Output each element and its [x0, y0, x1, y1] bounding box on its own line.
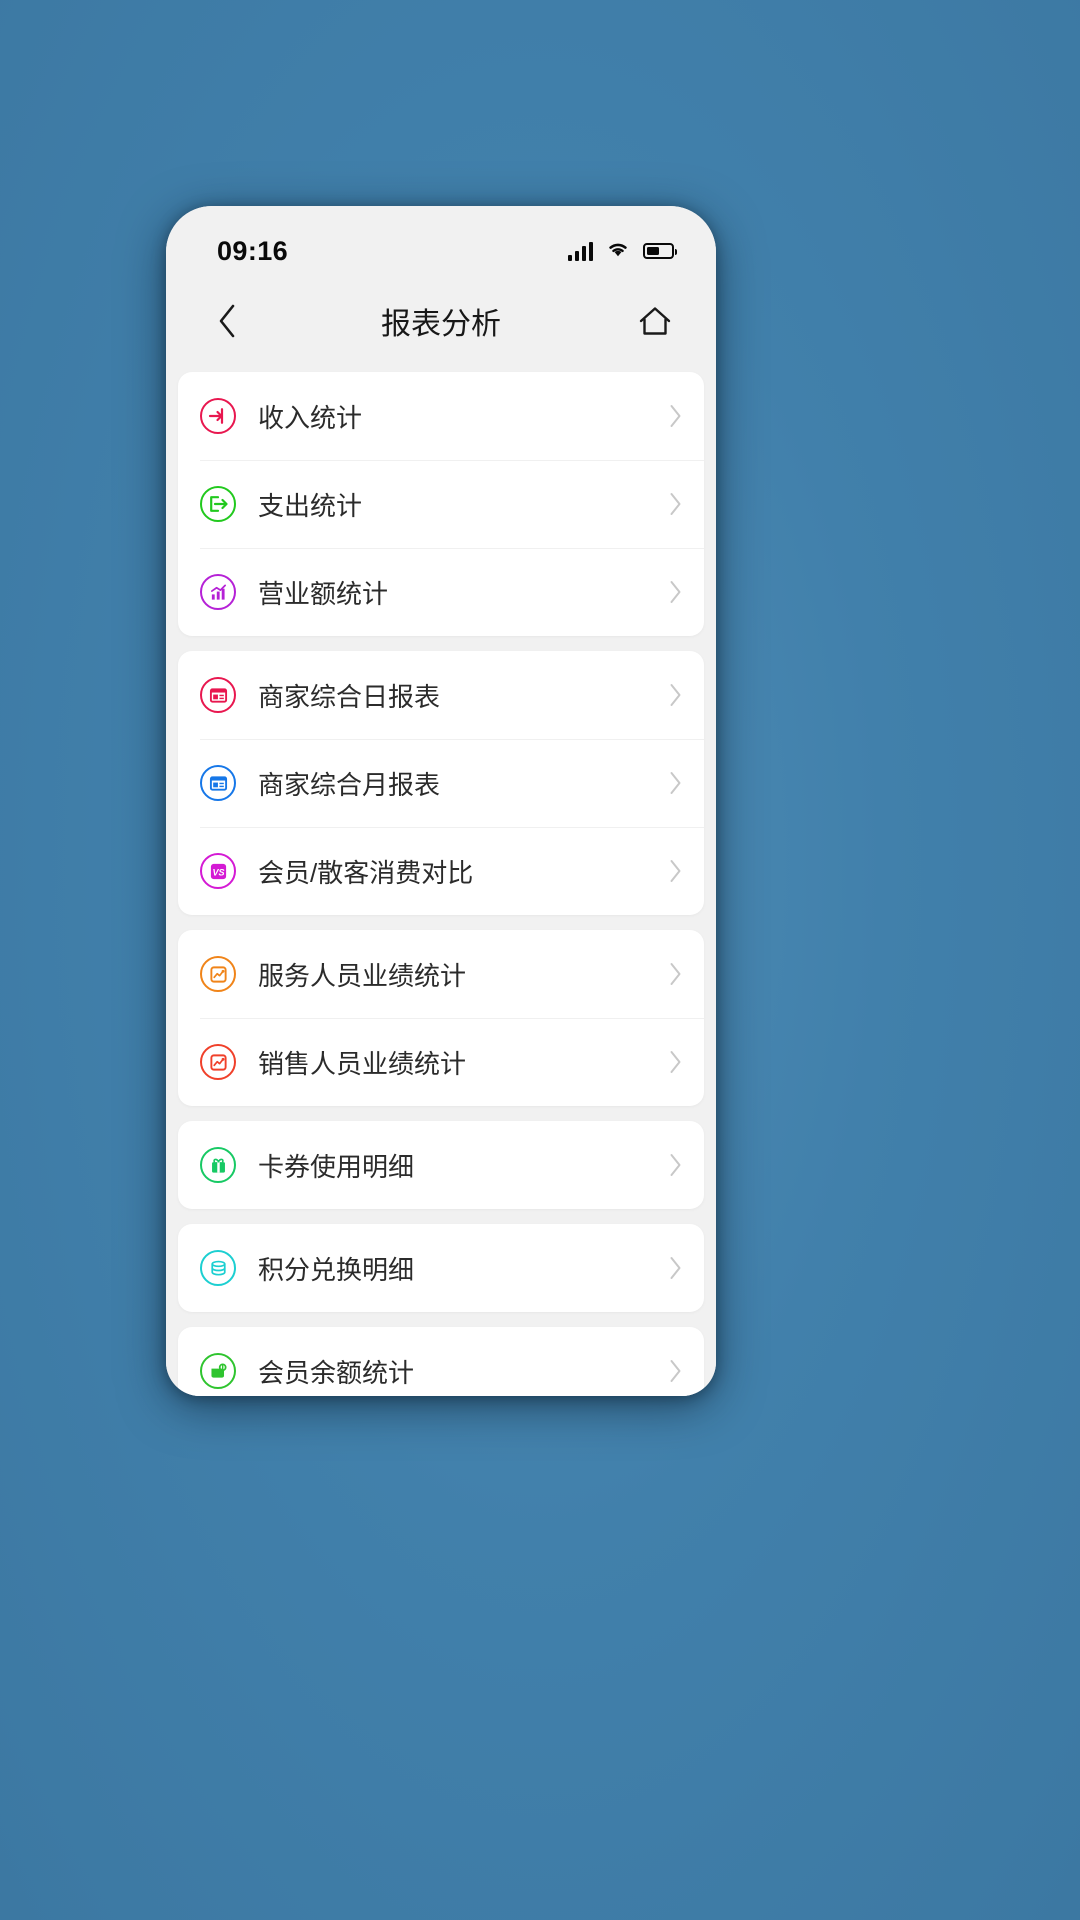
chevron-right-icon [669, 1050, 686, 1074]
chevron-right-icon [669, 859, 686, 883]
svg-text:VS: VS [212, 867, 224, 877]
coins-stack-icon [200, 1250, 236, 1286]
list-item[interactable]: 营业额统计 [178, 548, 704, 636]
list-item-label: 营业额统计 [258, 578, 389, 609]
report-card-icon [200, 677, 236, 713]
staff-performance-group: 服务人员业绩统计 销售人员业绩统计 [178, 930, 704, 1106]
merchant-report-group: 商家综合日报表 商家综合月报表 VS 会员/散客消费对比 [178, 651, 704, 915]
arrow-into-box-icon [200, 398, 236, 434]
list-item[interactable]: 销售人员业绩统计 [178, 1018, 704, 1106]
member-balance-group: 会员余额统计会员余次统计会员积分统计 [178, 1327, 704, 1396]
signal-bars-icon [567, 241, 593, 261]
list-item-label: 会员/散客消费对比 [258, 857, 474, 888]
wallet-money-icon [200, 1353, 236, 1389]
list-item[interactable]: VS 会员/散客消费对比 [178, 827, 704, 915]
report-card-icon [200, 765, 236, 801]
list-item[interactable]: 积分兑换明细 [178, 1224, 704, 1312]
performance-chart-icon [200, 956, 236, 992]
battery-icon [643, 243, 677, 259]
list-item-label: 服务人员业绩统计 [258, 960, 467, 991]
list-item-label: 支出统计 [258, 490, 363, 521]
bar-chart-up-icon [200, 574, 236, 610]
list-item-label: 卡券使用明细 [258, 1151, 415, 1182]
report-list[interactable]: 收入统计 支出统计 营业额统计 商家综合日报表 商家综合月报表 VS 会员/散客消费对比 服务… [166, 360, 716, 1396]
chevron-right-icon [669, 1359, 686, 1383]
list-item-label: 积分兑换明细 [258, 1254, 415, 1285]
coupon-group: 卡券使用明细 [178, 1121, 704, 1209]
list-item[interactable]: 卡券使用明细 [178, 1121, 704, 1209]
phone-frame: 09:16 报表分析 收入统计 支出统计 营业额统计 商家综合日报表 商家综合月… [166, 206, 716, 1396]
chevron-right-icon [669, 962, 686, 986]
chevron-right-icon [669, 771, 686, 795]
points-exchange-group: 积分兑换明细 [178, 1224, 704, 1312]
list-item[interactable]: 商家综合日报表 [178, 651, 704, 739]
vs-compare-icon: VS [200, 853, 236, 889]
chevron-right-icon [669, 404, 686, 428]
status-bar: 09:16 [166, 206, 716, 282]
nav-bar: 报表分析 [166, 282, 716, 360]
status-bar-clock: 09:16 [217, 235, 289, 266]
gift-card-icon [200, 1147, 236, 1183]
list-item-label: 销售人员业绩统计 [258, 1048, 467, 1079]
list-item[interactable]: 商家综合月报表 [178, 739, 704, 827]
performance-chart-icon [200, 1044, 236, 1080]
list-item-label: 收入统计 [258, 402, 363, 433]
list-item-label: 会员余额统计 [258, 1357, 415, 1388]
status-bar-icons [567, 240, 677, 263]
chevron-right-icon [669, 580, 686, 604]
chevron-right-icon [669, 1153, 686, 1177]
chevron-right-icon [669, 492, 686, 516]
list-item[interactable]: 服务人员业绩统计 [178, 930, 704, 1018]
chevron-right-icon [669, 1256, 686, 1280]
list-item[interactable]: 收入统计 [178, 372, 704, 460]
list-item[interactable]: 支出统计 [178, 460, 704, 548]
arrow-out-of-box-icon [200, 486, 236, 522]
list-item-label: 商家综合月报表 [258, 769, 441, 800]
chevron-right-icon [669, 683, 686, 707]
list-item[interactable]: 会员余额统计 [178, 1327, 704, 1396]
list-item-label: 商家综合日报表 [258, 681, 441, 712]
revenue-group: 收入统计支出统计营业额统计 [178, 372, 704, 636]
wifi-icon [606, 240, 630, 263]
home-button[interactable] [632, 298, 678, 344]
back-button[interactable] [204, 298, 250, 344]
